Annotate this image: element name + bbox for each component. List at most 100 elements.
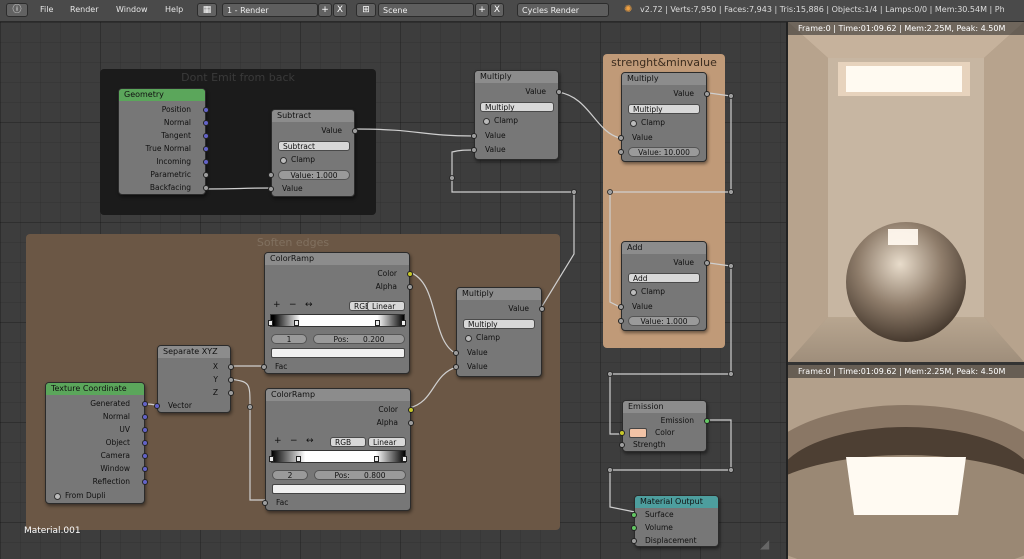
clamp-checkbox[interactable] — [465, 335, 472, 342]
node-multiply-mid[interactable]: Multiply Value Multiply Clamp Value Valu… — [453, 287, 545, 377]
ramp-stop[interactable] — [269, 456, 274, 462]
socket-true-normal[interactable] — [203, 146, 209, 152]
socket-out-value[interactable] — [539, 306, 545, 312]
clamp-checkbox[interactable] — [483, 118, 490, 125]
operation-select[interactable]: Multiply — [480, 102, 554, 112]
render-view-top[interactable]: Frame:0 | Time:01:09.62 | Mem:2.25M, Pea… — [788, 22, 1024, 362]
ramp-stop[interactable] — [401, 320, 406, 326]
clamp-checkbox[interactable] — [630, 120, 637, 127]
socket-out-x[interactable] — [228, 364, 234, 370]
operation-select[interactable]: Subtract — [278, 141, 350, 151]
value-field[interactable]: Value: 1.000 — [278, 170, 350, 180]
socket-out-color[interactable] — [407, 271, 413, 277]
corner-resize-handle[interactable]: ◢ — [760, 537, 780, 555]
node-add[interactable]: Add Value Add Clamp Value Value: 1.000 — [618, 241, 710, 331]
socket-uv[interactable] — [142, 427, 148, 433]
socket-in-value-1[interactable] — [268, 172, 274, 178]
socket-out-alpha[interactable] — [407, 284, 413, 290]
operation-select[interactable]: Multiply — [463, 319, 535, 329]
from-dupli-checkbox[interactable] — [54, 493, 61, 500]
socket-parametric[interactable] — [203, 172, 209, 178]
node-subtract[interactable]: Subtract Value Subtract Clamp Value: 1.0… — [268, 109, 358, 197]
ramp-stop[interactable] — [374, 456, 379, 462]
socket-in-value-2[interactable] — [471, 147, 477, 153]
stop-position-field[interactable]: Pos: 0.800 — [314, 470, 406, 480]
scene-close-button[interactable]: X — [490, 3, 504, 17]
scene-icon[interactable]: ⊞ — [356, 3, 376, 17]
scene-field[interactable]: Scene — [378, 3, 474, 17]
stop-position-field[interactable]: Pos: 0.200 — [313, 334, 405, 344]
socket-generated[interactable] — [142, 401, 148, 407]
ramp-stop[interactable] — [296, 456, 301, 462]
socket-in-surface[interactable] — [631, 512, 637, 518]
socket-in-value-1[interactable] — [618, 135, 624, 141]
socket-tangent[interactable] — [203, 133, 209, 139]
interpolation-select[interactable]: Linear — [367, 301, 405, 311]
node-emission[interactable]: Emission Emission Color Strength — [619, 400, 710, 452]
stop-color-swatch[interactable] — [271, 348, 405, 358]
remove-stop-button[interactable]: − — [290, 436, 298, 446]
interpolation-select[interactable]: Linear — [368, 437, 406, 447]
socket-in-displacement[interactable] — [631, 538, 637, 544]
socket-in-value-2[interactable] — [618, 149, 624, 155]
socket-in-volume[interactable] — [631, 525, 637, 531]
remove-stop-button[interactable]: − — [289, 300, 297, 310]
socket-out-alpha[interactable] — [408, 420, 414, 426]
socket-incoming[interactable] — [203, 159, 209, 165]
color-mode-select[interactable]: RGB — [330, 437, 366, 447]
socket-out-y[interactable] — [228, 377, 234, 383]
node-multiply-strength[interactable]: Multiply Value Multiply Clamp Value Valu… — [618, 72, 710, 162]
render-view-bottom[interactable]: Frame:0 | Time:01:09.62 | Mem:2.25M, Pea… — [788, 365, 1024, 559]
node-geometry[interactable]: Geometry Position Normal Tangent True No… — [118, 88, 209, 195]
menu-file[interactable]: File — [40, 3, 53, 17]
socket-in-strength[interactable] — [619, 442, 625, 448]
socket-in-value-2[interactable] — [453, 364, 459, 370]
socket-in-vector[interactable] — [154, 403, 160, 409]
screen-close-button[interactable]: X — [333, 3, 347, 17]
node-colorramp-2[interactable]: ColorRamp Color Alpha + − ↔ RGB Linear 2… — [262, 388, 414, 511]
socket-reflection[interactable] — [142, 479, 148, 485]
socket-in-color[interactable] — [619, 430, 625, 436]
socket-window[interactable] — [142, 466, 148, 472]
ramp-stop[interactable] — [268, 320, 273, 326]
node-texture-coordinate[interactable]: Texture Coordinate Generated Normal UV O… — [45, 382, 148, 504]
menu-window[interactable]: Window — [116, 3, 148, 17]
value-field[interactable]: Value: 10.000 — [628, 147, 700, 157]
socket-out-value[interactable] — [704, 91, 710, 97]
operation-select[interactable]: Add — [628, 273, 700, 283]
active-stop-index[interactable]: 2 — [272, 470, 308, 480]
socket-normal[interactable] — [142, 414, 148, 420]
ramp-stop[interactable] — [402, 456, 407, 462]
socket-in-value-2[interactable] — [268, 186, 274, 192]
operation-select[interactable]: Multiply — [628, 104, 700, 114]
ramp-stop[interactable] — [375, 320, 380, 326]
screen-layout-field[interactable]: 1 - Render — [222, 3, 318, 17]
emission-color-swatch[interactable] — [629, 428, 647, 438]
value-field[interactable]: Value: 1.000 — [628, 316, 700, 326]
active-stop-index[interactable]: 1 — [271, 334, 307, 344]
socket-normal[interactable] — [203, 120, 209, 126]
socket-in-value-1[interactable] — [471, 133, 477, 139]
socket-position[interactable] — [203, 107, 209, 113]
clamp-checkbox[interactable] — [280, 157, 287, 164]
add-stop-button[interactable]: + — [273, 300, 281, 310]
socket-out-value[interactable] — [556, 89, 562, 95]
ramp-stop[interactable] — [294, 320, 299, 326]
menu-render[interactable]: Render — [70, 3, 98, 17]
node-multiply-top[interactable]: Multiply Value Multiply Clamp Value Valu… — [471, 70, 562, 160]
add-stop-button[interactable]: + — [274, 436, 282, 446]
scene-add-button[interactable]: + — [475, 3, 489, 17]
stop-color-swatch[interactable] — [272, 484, 406, 494]
color-ramp-gradient[interactable] — [271, 450, 406, 463]
socket-in-value-1[interactable] — [453, 350, 459, 356]
socket-backfacing[interactable] — [203, 185, 209, 191]
socket-in-fac[interactable] — [262, 500, 268, 506]
screen-layout-icon[interactable]: ▦ — [197, 3, 217, 17]
menu-help[interactable]: Help — [165, 3, 183, 17]
socket-out-color[interactable] — [408, 407, 414, 413]
socket-out-emission[interactable] — [704, 418, 710, 424]
editor-type-info-icon[interactable]: ⓘ — [6, 3, 28, 17]
socket-out-value[interactable] — [352, 128, 358, 134]
render-engine-select[interactable]: Cycles Render — [517, 3, 609, 17]
flip-ramp-button[interactable]: ↔ — [305, 300, 313, 310]
